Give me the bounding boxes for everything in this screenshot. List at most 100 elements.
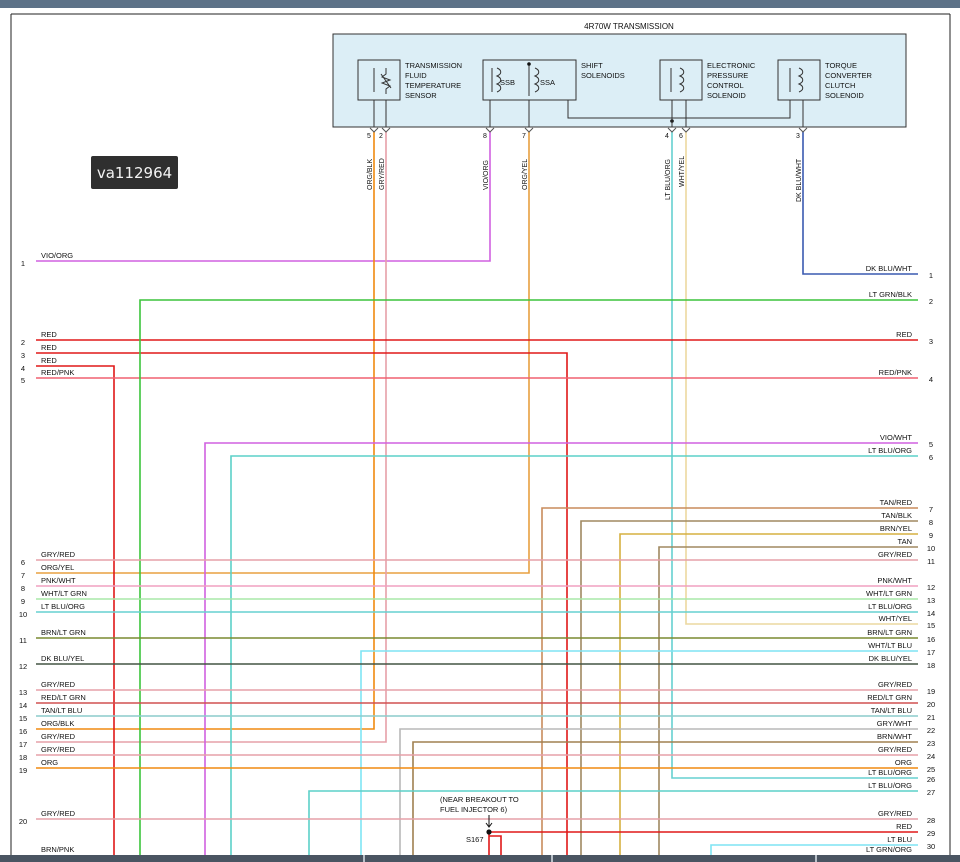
left-circuit-number: 16	[19, 727, 27, 736]
right-circuit-number: 9	[929, 531, 933, 540]
right-circuit-label: LT BLU/ORG	[868, 446, 912, 455]
left-circuit-label: GRY/RED	[41, 809, 76, 818]
right-circuit-number: 23	[927, 739, 935, 748]
ssa-label: SSA	[540, 78, 555, 87]
svg-text:TRANSMISSION: TRANSMISSION	[405, 61, 462, 70]
pin-number-7: 7	[522, 133, 526, 140]
pin-terminal-icon	[485, 127, 495, 133]
pin-wire-label-4: LT BLU/ORG	[665, 159, 672, 200]
splice-note-line-2: FUEL INJECTOR 6)	[440, 805, 508, 814]
right-circuit-number: 26	[927, 775, 935, 784]
right-circuit-label: TAN	[898, 537, 912, 546]
right-circuit-number: 3	[929, 337, 933, 346]
pin-terminal-icon	[667, 127, 677, 133]
shift-junction-dot	[527, 62, 531, 66]
right-circuit-number: 2	[929, 297, 933, 306]
wire-tan-red	[541, 507, 918, 862]
pin-terminal-icon	[369, 127, 379, 133]
left-circuit-number: 19	[19, 766, 27, 775]
left-circuit-number: 3	[21, 351, 25, 360]
right-circuit-number: 6	[929, 453, 933, 462]
left-circuit-number: 7	[21, 571, 25, 580]
epc-solenoid-symbol	[659, 59, 703, 101]
svg-text:CLUTCH: CLUTCH	[825, 81, 855, 90]
right-circuit-label: LT GRN/ORG	[866, 845, 912, 854]
right-circuit-number: 25	[927, 765, 935, 774]
svg-text:CONVERTER: CONVERTER	[825, 71, 873, 80]
left-circuit-label: RED	[41, 330, 57, 339]
pin-terminal-icon	[524, 127, 534, 133]
right-circuit-label: TAN/BLK	[881, 511, 912, 520]
right-circuit-number: 4	[929, 375, 933, 384]
right-circuit-label: LT BLU/ORG	[868, 781, 912, 790]
labels-layer: 5 ORG/BLK 2 GRY/RED 8 VIO/ORG 7 ORG/YEL 4 LT BLU/…	[19, 127, 935, 854]
wires-layer	[36, 132, 918, 862]
bottom-bar-divider	[551, 855, 553, 862]
right-circuit-label: LT BLU	[887, 835, 912, 844]
right-circuit-number: 10	[927, 544, 935, 553]
wire-vio-org	[36, 132, 491, 262]
right-circuit-label: PNK/WHT	[877, 576, 912, 585]
pin-number-6: 6	[679, 133, 683, 140]
wire-dk-blu-wht	[802, 132, 918, 275]
left-circuit-number: 17	[19, 740, 27, 749]
wire-red-branch	[36, 352, 568, 862]
right-circuit-number: 15	[927, 621, 935, 630]
tcc-solenoid-symbol	[777, 59, 821, 101]
right-circuit-label: GRY/RED	[878, 550, 913, 559]
right-circuit-label: WHT/LT GRN	[866, 589, 912, 598]
pin-wire-label-3: DK BLU/WHT	[796, 158, 803, 202]
left-circuit-label: BRN/LT GRN	[41, 628, 86, 637]
right-circuit-label: BRN/WHT	[877, 732, 912, 741]
transmission-block: 4R70W TRANSMISSION SSB SSA TRANSMISSION …	[332, 22, 907, 128]
left-circuit-number: 10	[19, 610, 27, 619]
left-circuit-number: 14	[19, 701, 27, 710]
wire-tan-blk	[580, 520, 918, 862]
right-circuit-label: BRN/YEL	[880, 524, 912, 533]
pin-terminal-icon	[381, 127, 391, 133]
left-circuit-label: ORG	[41, 758, 58, 767]
right-circuit-label: DK BLU/WHT	[866, 264, 913, 273]
left-circuit-number: 9	[21, 597, 25, 606]
right-circuit-label: LT BLU/ORG	[868, 602, 912, 611]
pin-number-4: 4	[665, 133, 669, 140]
left-circuit-number: 18	[19, 753, 27, 762]
window-top-bar	[0, 0, 960, 8]
left-circuit-number: 2	[21, 338, 25, 347]
pin-number-5: 5	[367, 133, 371, 140]
pin-terminal-icon	[681, 127, 691, 133]
splice-note-line-1: (NEAR BREAKOUT TO	[440, 795, 519, 804]
svg-text:PRESSURE: PRESSURE	[707, 71, 748, 80]
left-circuit-label: LT BLU/ORG	[41, 602, 85, 611]
left-circuit-number: 8	[21, 584, 25, 593]
splice-dot	[486, 829, 492, 835]
right-circuit-label: VIO/WHT	[880, 433, 912, 442]
pin-wire-label-8: VIO/ORG	[483, 160, 490, 190]
right-circuit-number: 12	[927, 583, 935, 592]
wire-vio-wht	[204, 442, 918, 862]
left-circuit-label: ORG/BLK	[41, 719, 74, 728]
svg-text:ELECTRONIC: ELECTRONIC	[707, 61, 756, 70]
left-circuit-label: GRY/RED	[41, 680, 76, 689]
right-circuit-label: WHT/YEL	[879, 614, 912, 623]
right-circuit-label: GRY/RED	[878, 745, 913, 754]
right-circuit-number: 16	[927, 635, 935, 644]
svg-text:CONTROL: CONTROL	[707, 81, 744, 90]
right-circuit-label: RED	[896, 330, 912, 339]
left-circuit-number: 4	[21, 364, 25, 373]
right-circuit-label: GRY/RED	[878, 809, 913, 818]
left-circuit-label: GRY/RED	[41, 745, 76, 754]
wire-wht-lt-blu	[360, 650, 918, 862]
diagram-frame: 4R70W TRANSMISSION SSB SSA TRANSMISSION …	[0, 8, 960, 862]
right-circuit-number: 24	[927, 752, 935, 761]
right-circuit-number: 17	[927, 648, 935, 657]
right-circuit-label: RED/PNK	[879, 368, 912, 377]
right-circuit-number: 28	[927, 816, 935, 825]
left-circuit-label: RED	[41, 356, 57, 365]
pin-wire-label-5: ORG/BLK	[367, 159, 374, 190]
right-circuit-number: 22	[927, 726, 935, 735]
right-circuit-label: RED	[896, 822, 912, 831]
right-circuit-label: GRY/RED	[878, 680, 913, 689]
right-circuit-number: 1	[929, 271, 933, 280]
svg-text:SHIFT: SHIFT	[581, 61, 603, 70]
